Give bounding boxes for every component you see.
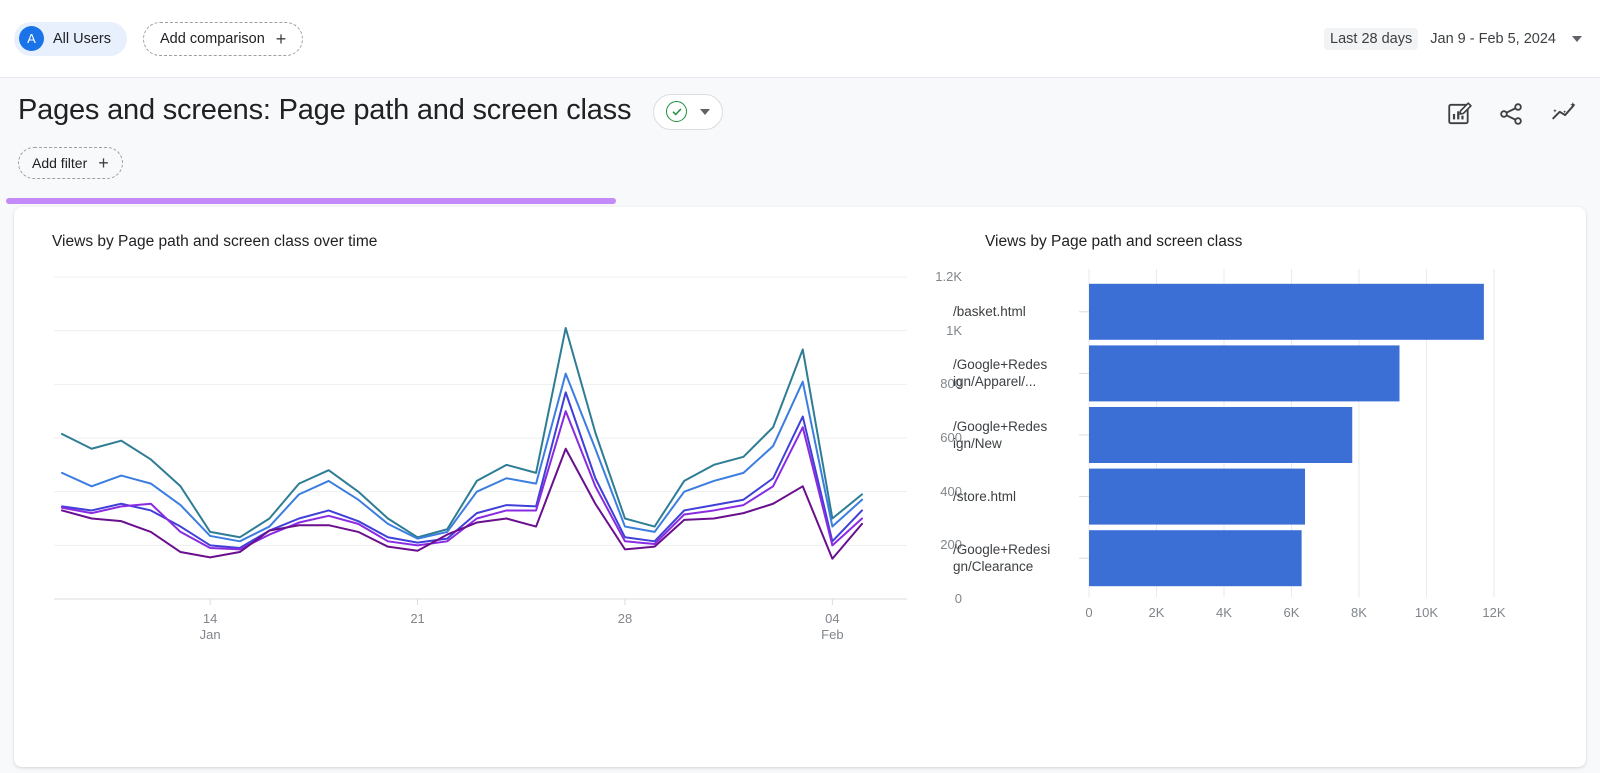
bar-chart[interactable]: /basket.html/Google+Redesign/Apparel/...…	[949, 269, 1549, 669]
report-header: Pages and screens: Page path and screen …	[0, 78, 1600, 198]
chevron-down-icon	[700, 109, 710, 115]
line-chart[interactable]: 02004006008001K1.2K 14Jan212804Feb	[52, 269, 922, 669]
bar-category-label: /basket.html	[953, 303, 1085, 320]
bar-chart-x-tick: 4K	[1204, 605, 1244, 620]
bar-chart-x-tick: 10K	[1407, 605, 1447, 620]
line-chart-x-tick: 21	[388, 611, 448, 627]
bar[interactable]	[1089, 469, 1305, 525]
edit-report-icon[interactable]	[1446, 101, 1472, 132]
report-status-dropdown[interactable]	[653, 94, 723, 130]
bar-chart-x-tick: 12K	[1474, 605, 1514, 620]
report-actions	[1446, 100, 1578, 133]
bar-category-label: /store.html	[953, 488, 1085, 505]
bar[interactable]	[1089, 345, 1400, 401]
bar-chart-title: Views by Page path and screen class	[985, 233, 1586, 251]
top-bar: A All Users Add comparison + Last 28 day…	[0, 0, 1600, 78]
audience-avatar: A	[19, 26, 44, 51]
share-icon[interactable]	[1498, 101, 1524, 132]
add-filter-label: Add filter	[32, 155, 87, 171]
bar-category-label: /Google+Redesign/Apparel/...	[953, 356, 1085, 390]
line-chart-x-tick: 28	[595, 611, 655, 627]
bar-chart-panel: Views by Page path and screen class /bas…	[949, 207, 1586, 767]
add-comparison-label: Add comparison	[160, 31, 265, 47]
date-range-label: Jan 9 - Feb 5, 2024	[1430, 31, 1556, 47]
date-preset-label: Last 28 days	[1324, 28, 1418, 50]
bar-category-label: /Google+Redesign/Clearance	[953, 541, 1085, 575]
audience-selector[interactable]: A All Users	[14, 22, 127, 56]
bar-chart-x-tick: 8K	[1339, 605, 1379, 620]
bar-category-label: /Google+Redesign/New	[953, 418, 1085, 452]
report-card: Views by Page path and screen class over…	[14, 207, 1586, 767]
bar-chart-x-tick: 0	[1069, 605, 1109, 620]
plus-icon: +	[98, 154, 109, 172]
line-chart-title: Views by Page path and screen class over…	[52, 233, 949, 251]
insights-icon[interactable]	[1550, 100, 1578, 133]
line-chart-panel: Views by Page path and screen class over…	[14, 207, 949, 767]
page-title: Pages and screens: Page path and screen …	[18, 90, 631, 133]
check-circle-icon	[666, 101, 687, 122]
line-chart-x-tick: 14Jan	[180, 611, 240, 643]
chevron-down-icon	[1572, 36, 1582, 42]
bar[interactable]	[1089, 284, 1484, 340]
bar-chart-x-tick: 6K	[1272, 605, 1312, 620]
plus-icon: +	[276, 30, 287, 48]
line-chart-svg	[52, 269, 922, 614]
title-underline	[6, 198, 616, 204]
bar[interactable]	[1089, 530, 1302, 586]
add-filter-button[interactable]: Add filter +	[18, 147, 123, 179]
bar[interactable]	[1089, 407, 1352, 463]
bar-chart-x-tick: 2K	[1137, 605, 1177, 620]
audience-label: All Users	[53, 31, 111, 47]
line-chart-x-tick: 04Feb	[802, 611, 862, 643]
date-range-selector[interactable]: Last 28 days Jan 9 - Feb 5, 2024	[1324, 28, 1582, 50]
add-comparison-button[interactable]: Add comparison +	[143, 22, 303, 56]
